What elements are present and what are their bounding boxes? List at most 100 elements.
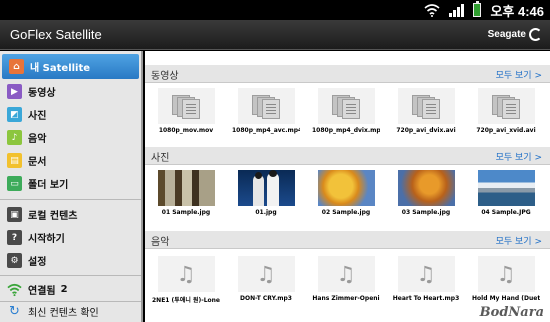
photo-thumbnail	[317, 170, 375, 206]
music-file-icon: ♫	[237, 256, 295, 292]
video-icon: ▶	[7, 84, 22, 99]
file-name: 04 Sample.JPG	[481, 209, 531, 216]
refresh-label: 최신 컨텐츠 확인	[28, 308, 99, 319]
help-icon: ?	[7, 230, 22, 245]
music-icon: ♪	[7, 130, 22, 145]
video-file-icon	[157, 88, 215, 124]
file-name: 720p_avi_dvix.avi	[396, 127, 456, 134]
video-tile[interactable]: 720p_avi_dvix.avi	[392, 88, 460, 134]
section-title: 사진	[151, 153, 170, 164]
sidebar-item-label: 내 Satellite	[30, 63, 91, 74]
music-file-icon: ♫	[157, 256, 215, 292]
section-title: 동영상	[151, 71, 179, 82]
photo-tile[interactable]: 01 Sample.jpg	[152, 170, 220, 216]
sidebar-item-label: 폴더 보기	[28, 180, 69, 191]
sidebar-item-videos[interactable]: ▶ 동영상	[0, 79, 141, 104]
sidebar-item-photos[interactable]: ◩ 사진	[0, 102, 141, 127]
brand-name: Seagate	[487, 29, 526, 40]
refresh-content-button[interactable]: ↻ 최신 컨텐츠 확인	[0, 299, 141, 322]
music-file-icon: ♫	[397, 256, 455, 292]
seagate-logo: Seagate	[488, 28, 542, 41]
section-title: 음악	[151, 237, 170, 248]
file-name: 01 Sample.jpg	[161, 209, 211, 216]
video-tile[interactable]: 720p_avi_xvid.avi	[472, 88, 540, 134]
title-bar: GoFlex Satellite Seagate	[0, 20, 550, 50]
sidebar-item-label: 설정	[28, 257, 47, 268]
signal-icon	[449, 3, 465, 17]
view-all-photos-link[interactable]: 모두 보기 >	[496, 150, 542, 163]
photo-thumbnail	[237, 170, 295, 206]
video-file-icon	[237, 88, 295, 124]
wifi-icon	[7, 283, 22, 297]
photo-thumbnail	[157, 170, 215, 206]
sidebar-item-label: 시작하기	[28, 234, 65, 245]
video-tile[interactable]: 1080p_mov.mov	[152, 88, 220, 134]
file-name: 02 Sample.jpg	[321, 209, 371, 216]
music-tile[interactable]: ♫ Hold My Hand (Duet	[472, 256, 540, 302]
music-tile[interactable]: ♫ Heart To Heart.mp3	[392, 256, 460, 302]
sidebar-item-documents[interactable]: ▤ 문서	[0, 148, 141, 173]
connection-label: 연결됨	[28, 286, 56, 297]
photo-tile[interactable]: 01.jpg	[232, 170, 300, 216]
sidebar-item-folder-view[interactable]: ▭ 폴더 보기	[0, 171, 141, 196]
sidebar-item-label: 문서	[28, 157, 47, 168]
sidebar-divider	[0, 199, 141, 200]
photo-tile[interactable]: 04 Sample.JPG	[472, 170, 540, 216]
file-name: Heart To Heart.mp3	[392, 295, 460, 302]
app-title: GoFlex Satellite	[10, 27, 102, 42]
sidebar-item-label: 로컬 컨텐츠	[28, 211, 78, 222]
file-name: 1080p_mov.mov	[158, 127, 214, 134]
sidebar: ⌂ 내 Satellite ▶ 동영상 ◩ 사진 ♪ 음악 ▤ 문서 ▭ 폴더 …	[0, 51, 143, 322]
video-file-icon	[317, 88, 375, 124]
wifi-icon	[424, 4, 440, 17]
music-tile[interactable]: ♫ Hans Zimmer-Openi	[312, 256, 380, 302]
music-file-icon: ♫	[317, 256, 375, 292]
sidebar-item-label: 음악	[28, 134, 47, 145]
sidebar-item-my-satellite[interactable]: ⌂ 내 Satellite	[2, 54, 139, 79]
status-bar: 오후 4:46	[0, 0, 550, 20]
connection-count: 2	[60, 284, 68, 295]
file-name: Hold My Hand (Duet	[472, 295, 540, 302]
gear-icon: ⚙	[7, 253, 22, 268]
music-tile[interactable]: ♫ DON-T CRY.mp3	[232, 256, 300, 302]
sidebar-item-music[interactable]: ♪ 음악	[0, 125, 141, 150]
photo-tile[interactable]: 02 Sample.jpg	[312, 170, 380, 216]
video-tile[interactable]: 1080p_mp4_avc.mp4	[232, 88, 300, 134]
file-name: 2NE1 (투애니 원)-Lone	[152, 297, 220, 304]
view-all-videos-link[interactable]: 모두 보기 >	[496, 68, 542, 81]
file-name: Hans Zimmer-Openi	[312, 295, 380, 302]
video-file-icon	[477, 88, 535, 124]
section-header-music: 음악 모두 보기 >	[145, 231, 550, 249]
file-name: DON-T CRY.mp3	[240, 295, 292, 302]
file-name: 720p_avi_xvid.avi	[476, 127, 536, 134]
file-name: 01.jpg	[255, 209, 277, 216]
home-icon: ⌂	[9, 59, 24, 74]
sidebar-item-local-content[interactable]: ▣ 로컬 컨텐츠	[0, 202, 141, 227]
sidebar-item-getting-started[interactable]: ? 시작하기	[0, 225, 141, 250]
music-tile[interactable]: ♫ 2NE1 (투애니 원)-Lone	[152, 256, 220, 304]
view-all-music-link[interactable]: 모두 보기 >	[496, 234, 542, 247]
photo-tile[interactable]: 03 Sample.jpg	[392, 170, 460, 216]
file-name: 1080p_mp4_avc.mp4	[232, 127, 300, 134]
watermark: BodNara	[479, 305, 544, 320]
file-name: 03 Sample.jpg	[401, 209, 451, 216]
refresh-icon: ↻	[9, 304, 20, 319]
seagate-swirl-icon	[529, 28, 542, 41]
file-name: 1080p_mp4_dvix.mp4	[312, 127, 380, 134]
section-header-videos: 동영상 모두 보기 >	[145, 65, 550, 83]
video-tile[interactable]: 1080p_mp4_dvix.mp4	[312, 88, 380, 134]
sidebar-item-label: 동영상	[28, 88, 56, 99]
document-icon: ▤	[7, 153, 22, 168]
video-file-icon	[397, 88, 455, 124]
content-area: 동영상 모두 보기 > 1080p_mov.mov 1080p_mp4_avc.…	[145, 51, 550, 322]
photo-thumbnail	[397, 170, 455, 206]
sidebar-item-label: 사진	[28, 111, 47, 122]
battery-icon	[473, 1, 482, 17]
clock: 오후 4:46	[490, 3, 544, 19]
music-file-icon: ♫	[477, 256, 535, 292]
sidebar-item-settings[interactable]: ⚙ 설정	[0, 248, 141, 273]
folder-icon: ▭	[7, 176, 22, 191]
local-content-icon: ▣	[7, 207, 22, 222]
section-header-photos: 사진 모두 보기 >	[145, 147, 550, 165]
photo-icon: ◩	[7, 107, 22, 122]
